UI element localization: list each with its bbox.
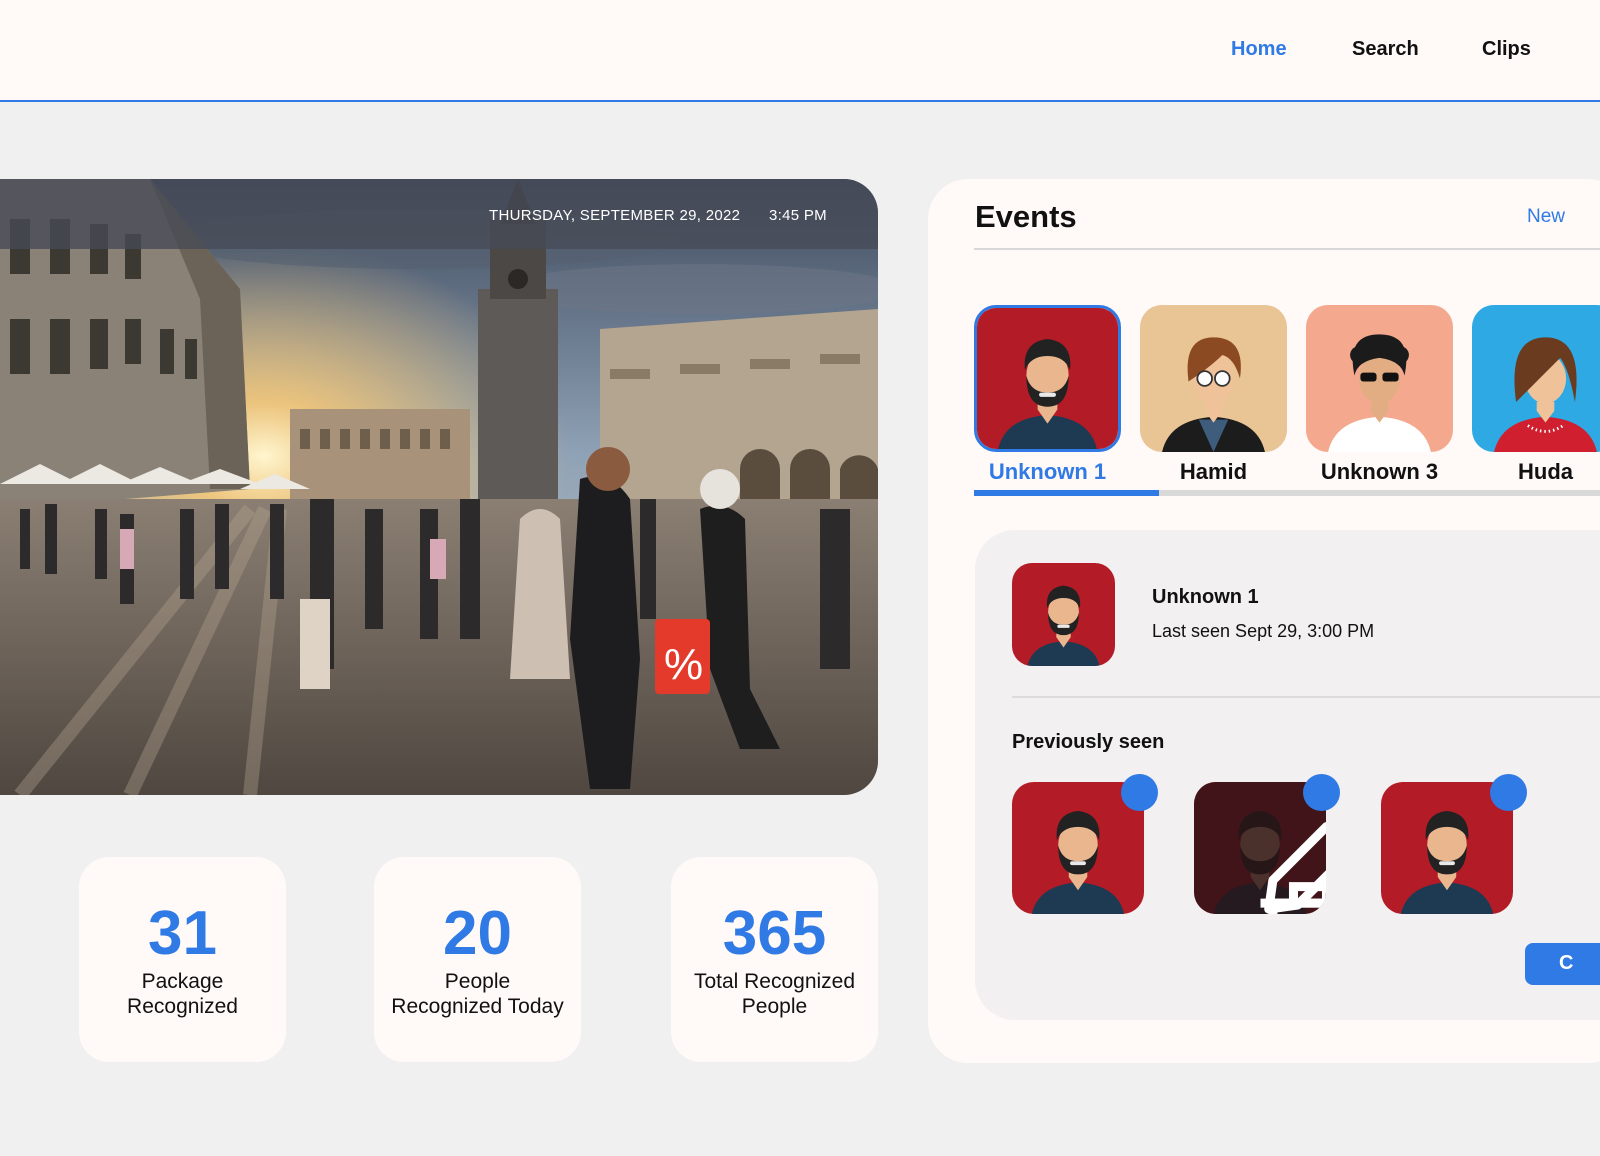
stat-label-line: Recognized Today (391, 995, 564, 1018)
previously-seen-title: Previously seen (1012, 731, 1165, 753)
feed-time: 3:45 PM (769, 207, 827, 224)
events-title: Events (975, 199, 1077, 234)
nav-clips[interactable]: Clips (1482, 38, 1531, 61)
event-name: Hamid (1179, 459, 1248, 484)
stat-card-people-today: 20 People Recognized Today (374, 857, 581, 1062)
svg-text:%: % (664, 640, 703, 689)
event-avatar-huda[interactable] (1472, 305, 1600, 452)
divider (1012, 696, 1600, 698)
camera-feed-image: % (0, 179, 878, 795)
avatar-carousel-scrollbar[interactable] (974, 490, 1600, 496)
feed-info-banner (0, 179, 878, 249)
divider (974, 248, 1600, 250)
scrollbar-thumb[interactable] (974, 490, 1159, 496)
selection-dot-icon[interactable] (1490, 774, 1527, 811)
events-new-link[interactable]: New (1527, 206, 1565, 228)
event-avatar-unknown-1[interactable] (974, 305, 1121, 452)
event-avatar-unknown-3[interactable] (1306, 305, 1453, 452)
event-detail-card: Unknown 1 Last seen Sept 29, 3:00 PM Pre… (975, 530, 1600, 1020)
stat-card-packages: 31 Package Recognized (79, 857, 286, 1062)
detail-last-seen: Last seen Sept 29, 3:00 PM (1152, 621, 1375, 641)
stat-label: People Recognized Today (374, 969, 581, 1019)
stat-value: 365 (722, 899, 827, 968)
stat-card-total-people: 365 Total Recognized People (671, 857, 878, 1062)
woman-avatar-icon (1472, 305, 1600, 452)
selection-dot-icon[interactable] (1303, 774, 1340, 811)
stat-label: Total Recognized People (671, 969, 878, 1019)
detail-person-name: Unknown 1 (1152, 586, 1259, 608)
event-name: Huda (1518, 459, 1573, 484)
confirm-button[interactable]: C (1525, 943, 1600, 985)
man-with-sunglasses-avatar-icon (1306, 305, 1453, 452)
top-navigation: Home Search Clips (0, 0, 1600, 102)
events-panel: Events New Unknown 1 Hamid Unknown 3 Hud… (928, 179, 1600, 1063)
stat-value: 31 (148, 899, 217, 968)
trash-icon[interactable] (1244, 866, 1326, 914)
stat-label-line: People (741, 995, 808, 1018)
event-avatar-hamid[interactable] (1140, 305, 1287, 452)
bearded-man-avatar-icon (977, 308, 1118, 449)
stat-value: 20 (443, 899, 512, 968)
man-with-glasses-avatar-icon (1140, 305, 1287, 452)
stat-label-line: People (444, 970, 511, 993)
stat-label-line: Total Recognized (693, 970, 856, 993)
stat-label-line: Package (141, 970, 224, 993)
selection-dot-icon[interactable] (1121, 774, 1158, 811)
nav-search[interactable]: Search (1352, 38, 1419, 61)
feed-date: THURSDAY, SEPTEMBER 29, 2022 (489, 207, 741, 224)
stat-label-line: Recognized (127, 995, 238, 1018)
bearded-man-avatar-icon (1012, 563, 1115, 666)
event-name: Unknown 3 (1320, 459, 1439, 484)
nav-home[interactable]: Home (1231, 38, 1287, 61)
event-name: Unknown 1 (988, 459, 1107, 484)
stat-label: Package Recognized (79, 969, 286, 1019)
camera-feed[interactable]: % THURSDAY, SEPTEMBER 29, 2022 3:45 PM (0, 179, 878, 795)
detail-avatar (1012, 563, 1115, 666)
